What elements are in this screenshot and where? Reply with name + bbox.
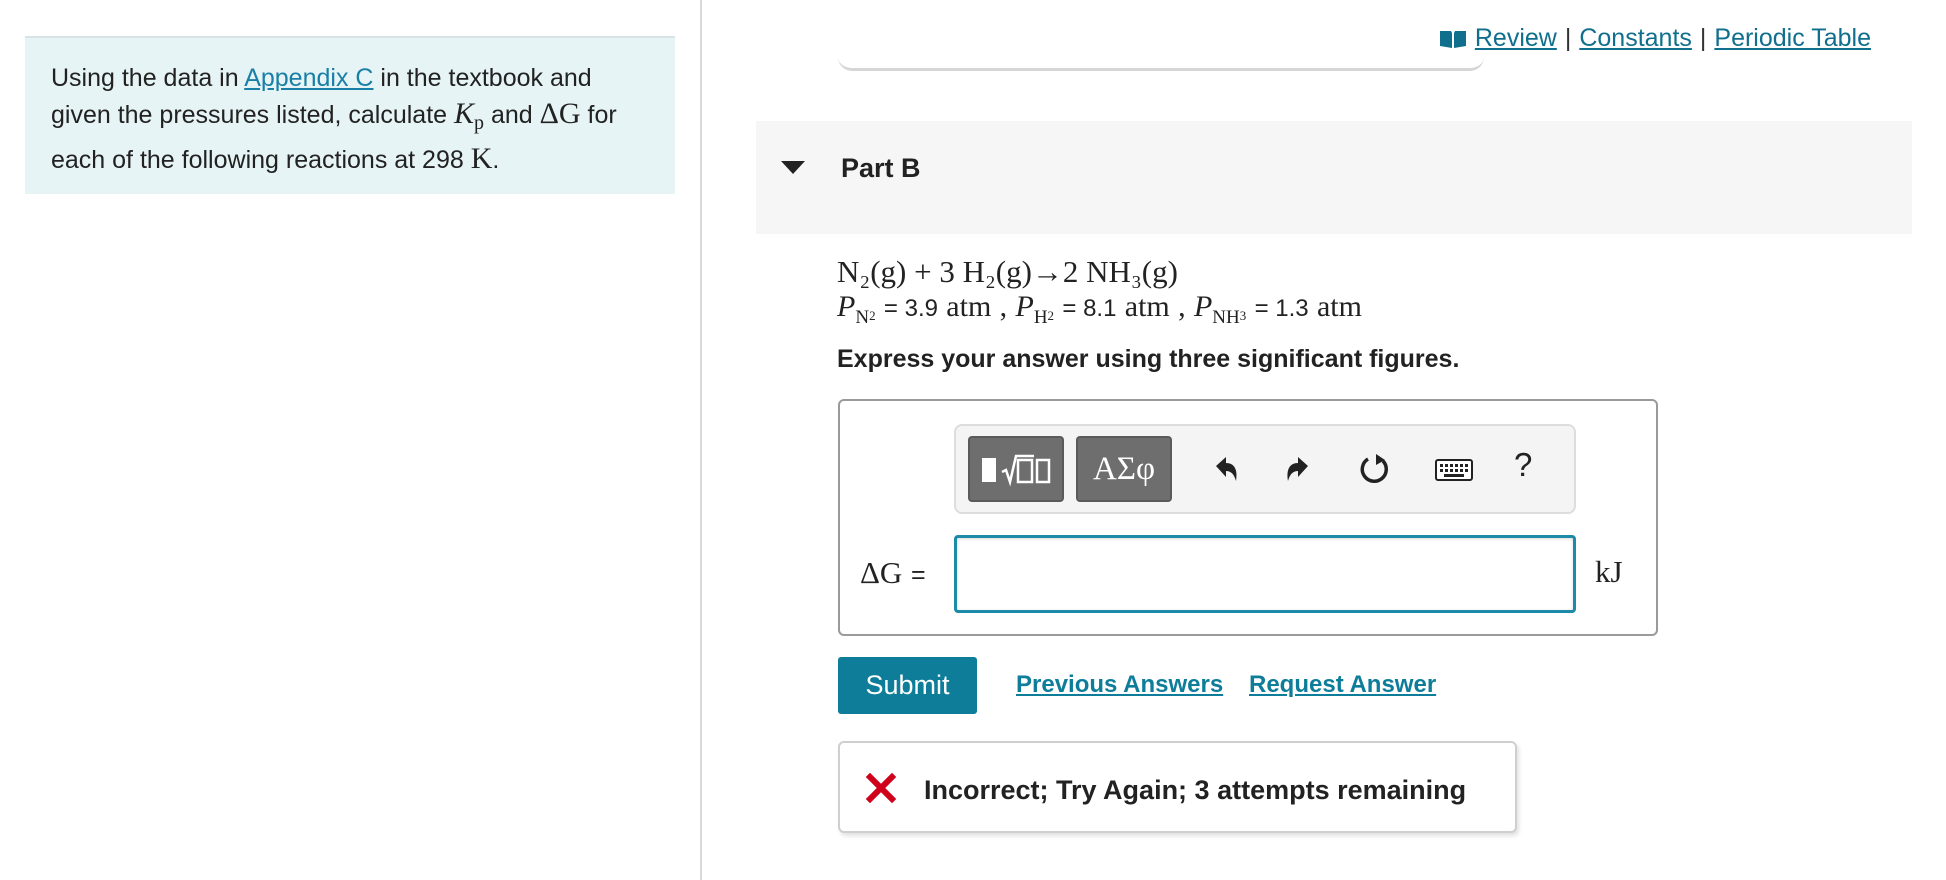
intro-period: . [492,146,500,174]
part-b-header[interactable]: Part B [756,121,1912,234]
collapse-caret-icon[interactable] [781,161,805,174]
pressure-unit: atm [946,290,992,323]
temperature-unit: K [470,142,493,175]
math-toolbar: ΑΣφ ? [954,424,1576,514]
answer-unit: kJ [1595,554,1623,589]
greek-symbols-button[interactable]: ΑΣφ [1076,436,1172,502]
submit-button[interactable]: Submit [838,657,977,714]
kp-variable: K [454,97,475,130]
pressure-symbol: P [837,290,856,323]
pressure-unit: atm [1124,290,1170,323]
link-separator: | [1699,24,1707,52]
pressure-symbol: P [1193,290,1213,323]
h2-pressure-value: = 8.1 [1062,295,1117,322]
previous-part-edge [838,50,1484,71]
answer-instruction: Express your answer using three signific… [837,345,1460,373]
resource-links: Review | Constants | Periodic Table [1439,24,1871,53]
panel-divider [700,0,702,880]
book-icon [1439,30,1466,48]
undo-icon[interactable] [1206,450,1244,488]
reset-icon[interactable] [1356,450,1394,488]
pressure-symbol: P [1015,290,1034,323]
pressure-list: PN2 = 3.9 atm , PH2 = 8.1 atm , PNH3 = 1… [837,290,1362,329]
templates-icon [982,454,1051,487]
feedback-message-box: Incorrect; Try Again; 3 attempts remaini… [838,741,1517,833]
pressure-comma: , [1178,290,1186,323]
nh3-pressure-value: = 1.3 [1254,295,1309,322]
pressure-subscript: H [1033,307,1048,328]
request-answer-link[interactable]: Request Answer [1249,671,1436,699]
pressure-subscript-index: 2 [869,308,876,323]
intro-text-start: Using the data in [51,64,245,92]
delta-g-answer-input[interactable] [954,535,1576,613]
link-separator: | [1564,24,1572,52]
kp-subscript: p [474,112,485,134]
n2-pressure-value: = 3.9 [883,295,938,322]
pressure-subscript-index: 2 [1047,308,1055,323]
templates-button[interactable] [968,436,1064,502]
delta-g-symbol: ΔG [860,555,903,590]
feedback-text: Incorrect; Try Again; 3 attempts remaini… [924,775,1467,805]
appendix-c-link[interactable]: Appendix C [244,64,373,92]
pressure-comma: , [999,290,1008,323]
part-title: Part B [841,153,921,183]
keyboard-icon[interactable] [1434,450,1474,488]
help-button[interactable]: ? [1514,446,1532,484]
intro-panel: Using the data in Appendix C in the text… [25,36,675,194]
delta-g-variable: ΔG [539,97,581,130]
pressure-unit: atm [1316,290,1362,323]
review-link[interactable]: Review [1475,24,1557,53]
previous-answers-link[interactable]: Previous Answers [1016,671,1223,699]
redo-icon[interactable] [1280,450,1318,488]
incorrect-x-icon [866,773,896,803]
pressure-subscript: N [855,307,870,328]
periodic-table-link[interactable]: Periodic Table [1714,24,1871,53]
constants-link[interactable]: Constants [1579,24,1692,53]
reaction-equation: N₂(g) + 3 H₂(g)→2 NH₃(g) [837,254,1178,289]
pressure-subscript-index: 3 [1239,308,1247,323]
answer-box: ΑΣφ ? ΔG = kJ [838,399,1658,636]
delta-g-label: ΔG = [860,555,926,591]
equals-sign: = [910,561,926,589]
pressure-subscript: NH [1212,307,1240,328]
intro-and: and [484,101,540,129]
